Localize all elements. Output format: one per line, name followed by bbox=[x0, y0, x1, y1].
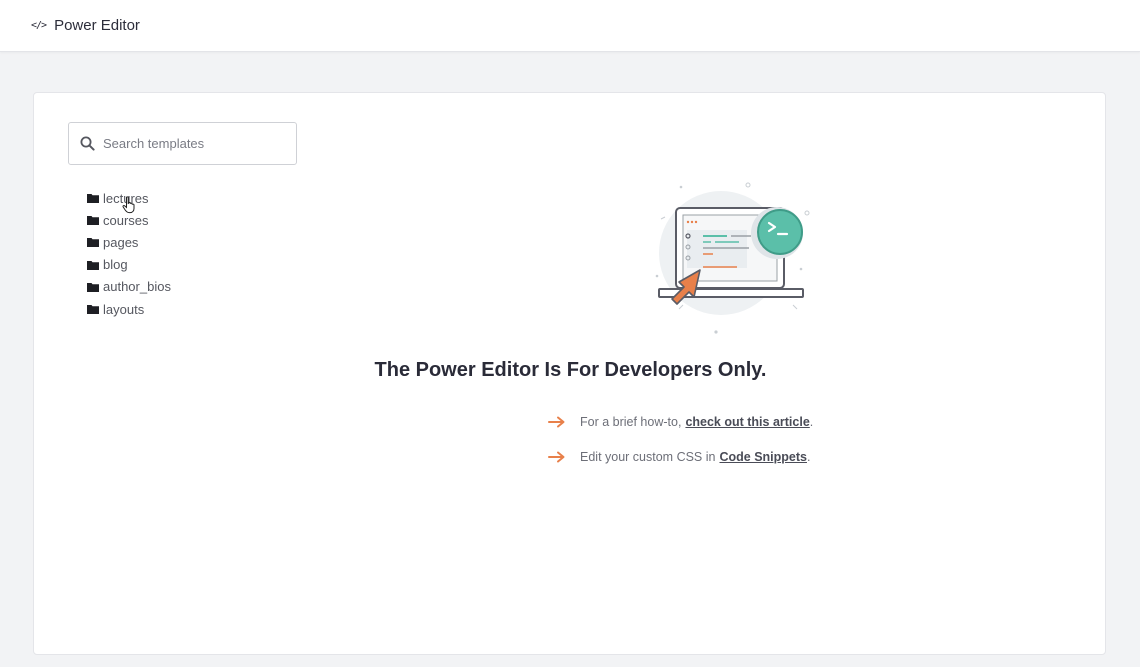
tip-row: Edit your custom CSS in Code Snippets . bbox=[548, 439, 813, 474]
folder-label: pages bbox=[103, 234, 139, 250]
folder-icon bbox=[87, 305, 99, 315]
folder-label: blog bbox=[103, 257, 128, 273]
folder-icon bbox=[87, 260, 99, 270]
folder-label: courses bbox=[103, 212, 149, 228]
code-icon: </> bbox=[31, 20, 47, 31]
folder-icon bbox=[87, 282, 99, 292]
folder-label: author_bios bbox=[103, 279, 171, 295]
folder-icon bbox=[87, 216, 99, 226]
folder-icon bbox=[87, 194, 99, 204]
page-title: Power Editor bbox=[54, 17, 140, 34]
arrow-right-icon bbox=[548, 416, 565, 427]
folder-item-pages[interactable]: pages bbox=[87, 231, 171, 253]
hand-cursor-icon bbox=[122, 196, 135, 214]
tip-suffix: . bbox=[809, 414, 814, 429]
search-box[interactable] bbox=[68, 122, 297, 165]
folder-item-blog[interactable]: blog bbox=[87, 254, 171, 276]
headline: The Power Editor Is For Developers Only. bbox=[374, 359, 767, 381]
laptop-terminal-illustration bbox=[655, 182, 810, 334]
folder-item-author-bios[interactable]: author_bios bbox=[87, 276, 171, 298]
main-card: lectures courses pages blog author_bios … bbox=[33, 92, 1106, 655]
tip-suffix: . bbox=[806, 449, 811, 464]
arrow-right-icon bbox=[548, 451, 565, 462]
code-snippets-link[interactable]: Code Snippets bbox=[719, 450, 807, 464]
search-icon bbox=[80, 136, 95, 151]
folder-label: layouts bbox=[103, 301, 145, 317]
folder-icon bbox=[87, 238, 99, 248]
tip-text: For a brief how-to, bbox=[580, 414, 682, 429]
tip-row: For a brief how-to, check out this artic… bbox=[548, 404, 813, 439]
search-input[interactable] bbox=[103, 136, 283, 151]
tips-list: For a brief how-to, check out this artic… bbox=[548, 404, 813, 474]
tip-text: Edit your custom CSS in bbox=[580, 449, 716, 464]
folder-item-layouts[interactable]: layouts bbox=[87, 298, 171, 320]
top-bar: </> Power Editor bbox=[0, 0, 1140, 52]
article-link[interactable]: check out this article bbox=[685, 415, 809, 429]
